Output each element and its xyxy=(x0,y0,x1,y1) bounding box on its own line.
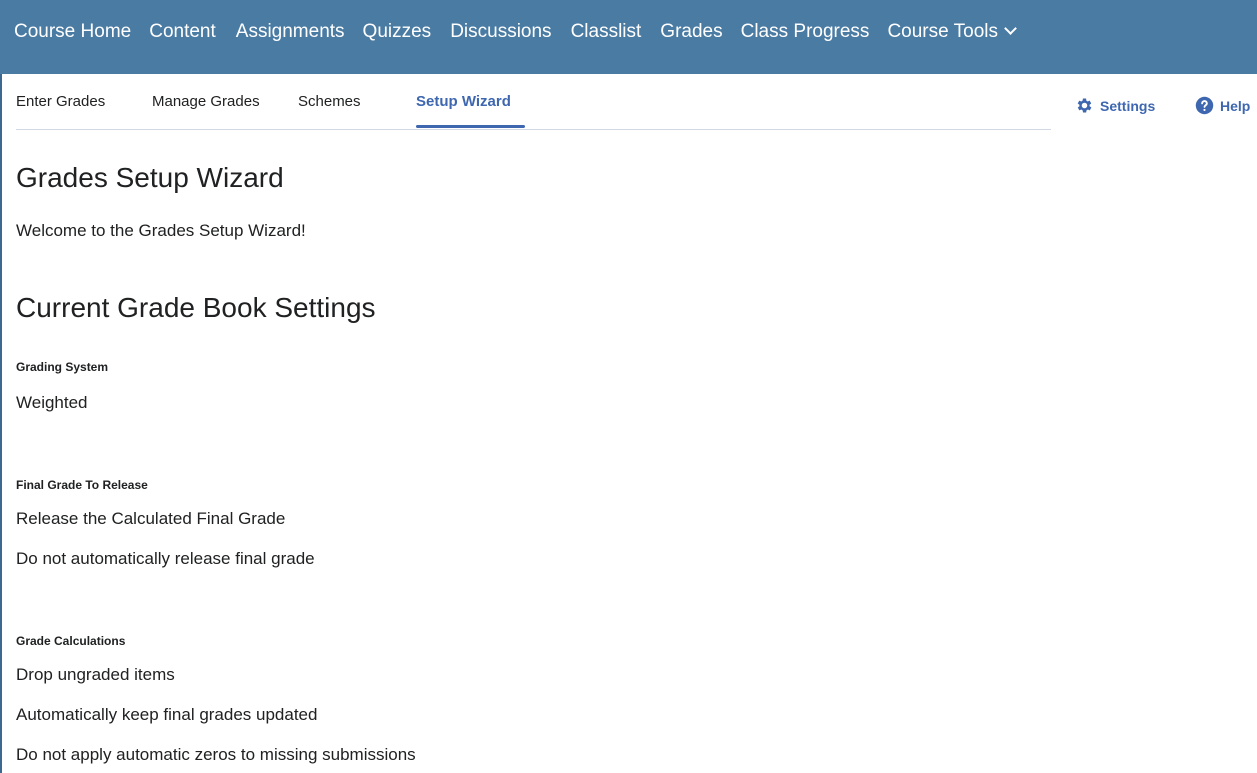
final-grade-value-1: Release the Calculated Final Grade xyxy=(16,509,286,528)
final-grade-value-2: Do not automatically release final grade xyxy=(16,549,315,568)
subnav-tabs: Enter Grades Manage Grades Schemes Setup… xyxy=(16,74,1051,130)
course-navbar: Course Home Content Assignments Quizzes … xyxy=(0,0,1257,74)
grade-calculations-value-2: Automatically keep final grades updated xyxy=(16,705,318,724)
tab-enter-grades[interactable]: Enter Grades xyxy=(16,93,105,110)
nav-grades[interactable]: Grades xyxy=(660,21,722,43)
nav-class-progress[interactable]: Class Progress xyxy=(741,21,870,43)
nav-assignments[interactable]: Assignments xyxy=(236,21,345,43)
grade-calculations-value-3: Do not apply automatic zeros to missing … xyxy=(16,745,416,764)
nav-course-tools-label: Course Tools xyxy=(887,21,998,42)
tab-schemes[interactable]: Schemes xyxy=(298,93,361,110)
chevron-down-icon xyxy=(1004,22,1017,35)
grades-subnav: Enter Grades Manage Grades Schemes Setup… xyxy=(0,74,1257,130)
grade-calculations-value-1: Drop ungraded items xyxy=(16,665,175,684)
grading-system-label: Grading System xyxy=(16,360,109,374)
welcome-text: Welcome to the Grades Setup Wizard! xyxy=(16,221,306,240)
grading-system-value: Weighted xyxy=(16,393,88,412)
active-tab-indicator xyxy=(416,125,525,128)
nav-course-tools[interactable]: Course Tools xyxy=(887,21,1017,43)
gear-icon xyxy=(1077,98,1092,113)
settings-label: Settings xyxy=(1100,97,1156,114)
final-grade-label: Final Grade To Release xyxy=(16,478,148,492)
help-link[interactable]: Help xyxy=(1195,96,1250,115)
nav-content[interactable]: Content xyxy=(149,21,216,43)
grade-calculations-label: Grade Calculations xyxy=(16,634,126,648)
section-title: Current Grade Book Settings xyxy=(16,292,376,323)
tab-manage-grades[interactable]: Manage Grades xyxy=(152,93,260,110)
nav-discussions[interactable]: Discussions xyxy=(450,21,551,43)
nav-quizzes[interactable]: Quizzes xyxy=(363,21,432,43)
page-title: Grades Setup Wizard xyxy=(16,162,284,193)
nav-course-home[interactable]: Course Home xyxy=(14,21,131,43)
tab-setup-wizard[interactable]: Setup Wizard xyxy=(416,93,511,110)
settings-link[interactable]: Settings xyxy=(1075,96,1155,115)
nav-classlist[interactable]: Classlist xyxy=(571,21,642,43)
help-circle-icon xyxy=(1195,96,1214,115)
help-label: Help xyxy=(1220,97,1251,114)
